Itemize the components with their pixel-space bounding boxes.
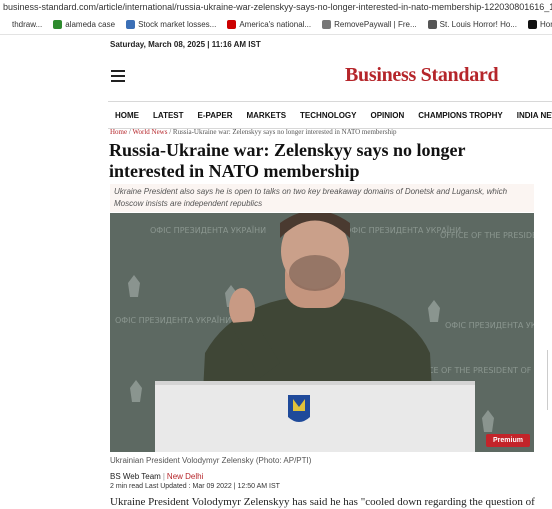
backdrop-text: ОФІС ПРЕЗИДЕНТА УКРАЇНИ (115, 315, 231, 325)
article-page: Saturday, March 08, 2025 | 11:16 AM IST … (0, 35, 552, 509)
premium-badge[interactable]: Premium (486, 434, 530, 447)
bookmark-item[interactable]: Stock market losses... (126, 19, 217, 29)
photo-caption: Ukrainian President Volodymyr Zelensky (… (110, 456, 312, 465)
nav-item[interactable]: CHAMPIONS TROPHY (411, 111, 509, 120)
nav-item[interactable]: OPINION (364, 111, 412, 120)
bookmark-icon (0, 19, 9, 29)
breadcrumb: Home / World News / Russia-Ukraine war: … (110, 128, 397, 136)
breadcrumb-current: Russia-Ukraine war: Zelenskyy says no lo… (172, 128, 397, 136)
backdrop-text: ОФІС ПРЕЗИДЕНТА УКРАЇНИ (445, 320, 534, 330)
bookmark-label: St. Louis Horror! Ho... (439, 19, 517, 29)
author-name[interactable]: BS Web Team (110, 472, 161, 481)
breadcrumb-section[interactable]: World News (132, 128, 167, 136)
bookmark-item[interactable]: alameda case (53, 19, 116, 29)
bookmark-item[interactable]: RemovePaywall | Fre... (322, 19, 417, 29)
article-body: Ukraine President Volodymyr Zelenskyy ha… (110, 496, 535, 508)
nav-item[interactable]: TECHNOLOGY (293, 111, 363, 120)
updated-line: 2 min read Last Updated : Mar 09 2022 | … (110, 483, 280, 490)
globe-icon (126, 19, 136, 29)
bookmark-label: alameda case (65, 19, 116, 29)
bookmark-item[interactable]: Home / Twitter (528, 19, 552, 29)
dateline: Saturday, March 08, 2025 | 11:16 AM IST (110, 40, 261, 49)
bookmark-label: Home / Twitter (540, 19, 552, 29)
backdrop-text-en: OFFICE OF THE PRESIDENT OF UKRAINE (440, 231, 534, 240)
bookmark-label: RemovePaywall | Fre... (334, 19, 417, 29)
article-summary: Ukraine President also says he is open t… (110, 184, 534, 212)
bookmark-label: America's national... (239, 19, 312, 29)
backdrop-text: ОФІС ПРЕЗИДЕНТА УКРАЇНИ (150, 225, 266, 235)
bookmark-item[interactable]: America's national... (227, 19, 312, 29)
td-icon (53, 19, 63, 29)
author-separator: | (162, 472, 165, 481)
nav-item[interactable]: E-PAPER (191, 111, 240, 120)
site-logo[interactable]: Business Standard (345, 64, 499, 87)
nav-item[interactable]: LATEST (146, 111, 191, 120)
nav-item[interactable]: HOME (108, 111, 146, 120)
article-headline: Russia-Ukraine war: Zelenskyy says no lo… (109, 140, 466, 181)
menu-icon[interactable] (111, 70, 125, 82)
breadcrumb-home[interactable]: Home (110, 128, 127, 136)
location: New Delhi (166, 472, 204, 481)
read-time: 2 min read (110, 483, 144, 490)
main-nav: HOME LATEST E-PAPER MARKETS TECHNOLOGY OPINIO… (108, 101, 552, 129)
globe-icon (427, 19, 437, 29)
bookmark-label: Stock market losses... (138, 19, 217, 29)
bookmarks-bar: thdraw... alameda case Stock market losses… (0, 14, 552, 35)
last-updated: Last Updated : Mar 09 2022 | 12:50 AM IS… (145, 483, 280, 490)
author-line: BS Web Team | New Delhi (110, 472, 203, 481)
article-photo: ОФІС ПРЕЗИДЕНТА УКРАЇНИ ОФІС ПРЕЗИДЕНТА … (110, 213, 534, 452)
zelensky-photo: ОФІС ПРЕЗИДЕНТА УКРАЇНИ ОФІС ПРЕЗИДЕНТА … (110, 213, 534, 452)
bookmark-item[interactable]: thdraw... (0, 19, 43, 29)
x-icon (528, 19, 537, 29)
nav-item[interactable]: MARKETS (239, 111, 293, 120)
cnn-icon (227, 19, 237, 29)
address-bar[interactable]: business-standard.com/article/internatio… (0, 0, 552, 14)
bookmark-label: thdraw... (12, 19, 43, 29)
gear-icon (322, 19, 332, 29)
side-panel-edge (547, 350, 552, 410)
bookmark-item[interactable]: St. Louis Horror! Ho... (427, 19, 517, 29)
nav-item[interactable]: INDIA NEWS (510, 111, 552, 120)
